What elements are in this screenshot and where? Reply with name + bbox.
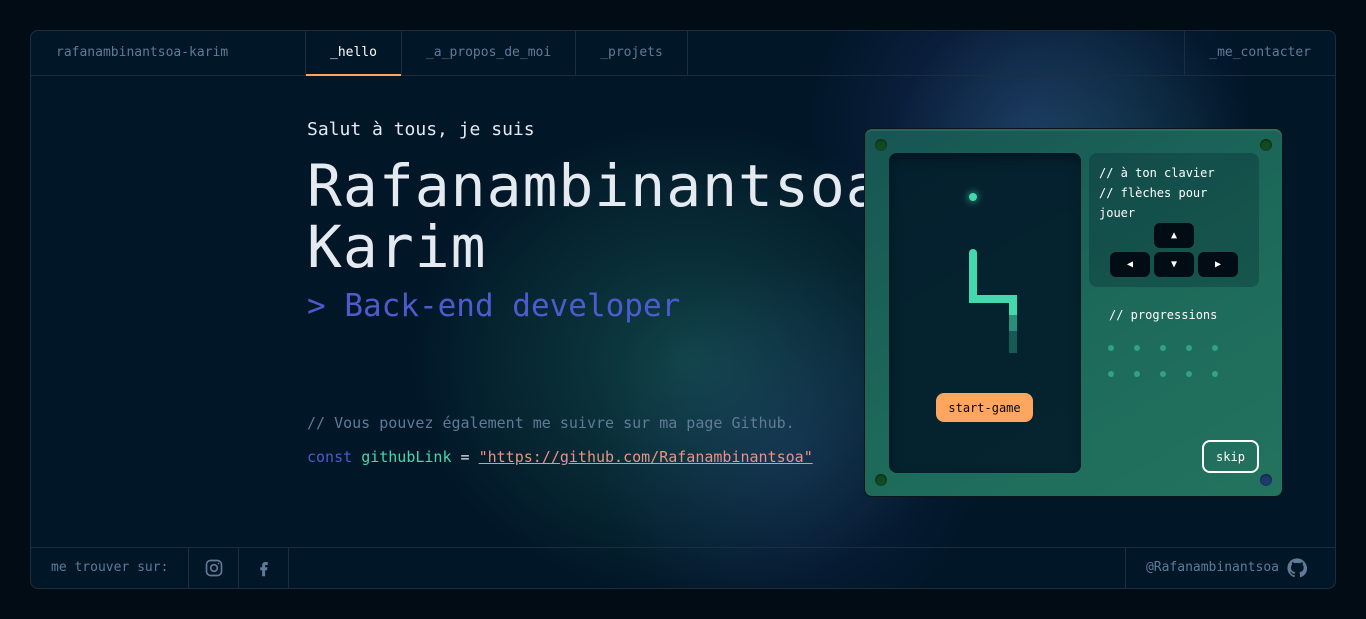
tab-hello[interactable]: _hello xyxy=(306,31,402,76)
screw-icon xyxy=(875,474,887,486)
portfolio-window: rafanambinantsoa-karim _hello _a_propos_… xyxy=(30,30,1336,589)
game-screen[interactable]: start-game xyxy=(889,153,1081,473)
arrow-down-button[interactable]: ▼ xyxy=(1154,252,1194,277)
instagram-link[interactable] xyxy=(189,548,239,588)
progress-dot xyxy=(1134,371,1140,377)
instructions-line-1: // à ton clavier xyxy=(1099,166,1215,180)
github-comment: // Vous pouvez également me suivre sur m… xyxy=(307,414,795,432)
skip-button[interactable]: skip xyxy=(1202,440,1259,473)
code-equals: = xyxy=(460,448,470,466)
start-game-button[interactable]: start-game xyxy=(936,393,1033,422)
code-variable: githubLink xyxy=(361,448,452,466)
footer: me trouver sur: @Rafanambinantsoa xyxy=(31,547,1335,588)
progress-dot xyxy=(1212,345,1218,351)
name-line-1: Rafanambinantsoa xyxy=(307,152,882,220)
progress-dot xyxy=(1160,371,1166,377)
developer-name: Rafanambinantsoa Karim xyxy=(307,156,882,278)
instructions-line-2: // flèches pour jouer xyxy=(1099,186,1208,220)
tab-contact[interactable]: _me_contacter xyxy=(1184,31,1335,75)
github-link[interactable]: "https://github.com/Rafanambinantsoa" xyxy=(479,448,813,466)
site-brand[interactable]: rafanambinantsoa-karim xyxy=(31,31,306,75)
progress-dot xyxy=(1212,371,1218,377)
screw-icon xyxy=(1260,139,1272,151)
snake-game-board: start-game // à ton clavier // flèches p… xyxy=(864,128,1283,497)
github-code-line: const githubLink = "https://github.com/R… xyxy=(307,448,882,466)
name-line-2: Karim xyxy=(307,213,487,281)
facebook-icon xyxy=(259,562,268,577)
facebook-link[interactable] xyxy=(239,548,289,588)
progress-dot xyxy=(1186,345,1192,351)
find-me-label: me trouver sur: xyxy=(31,548,189,588)
progress-dot xyxy=(1160,345,1166,351)
controls-panel: // à ton clavier // flèches pour jouer ▲… xyxy=(1089,153,1259,287)
screw-icon xyxy=(1260,474,1272,486)
tab-a-propos[interactable]: _a_propos_de_moi xyxy=(402,31,577,75)
screw-icon xyxy=(875,139,887,151)
tab-projets[interactable]: _projets xyxy=(576,31,688,75)
food-icon xyxy=(969,193,977,201)
footer-spacer xyxy=(289,548,1125,588)
arrow-right-button[interactable]: ▶ xyxy=(1198,252,1238,277)
progress-title: // progressions xyxy=(1109,308,1218,322)
github-profile-link[interactable]: @Rafanambinantsoa xyxy=(1124,548,1335,588)
top-nav: rafanambinantsoa-karim _hello _a_propos_… xyxy=(31,31,1335,76)
instagram-icon xyxy=(205,559,222,577)
progress-dot xyxy=(1108,371,1114,377)
code-keyword: const xyxy=(307,448,353,466)
progress-dot xyxy=(1134,345,1140,351)
arrow-up-button[interactable]: ▲ xyxy=(1154,223,1194,248)
developer-role: > Back-end developer xyxy=(307,288,681,324)
progress-dot xyxy=(1108,345,1114,351)
github-icon xyxy=(1287,558,1307,578)
greeting-text: Salut à tous, je suis xyxy=(307,119,535,140)
arrow-left-button[interactable]: ◀ xyxy=(1110,252,1150,277)
progress-dot xyxy=(1186,371,1192,377)
hero-section: Salut à tous, je suis Rafanambinantsoa K… xyxy=(307,119,882,466)
github-handle: @Rafanambinantsoa xyxy=(1145,560,1279,575)
